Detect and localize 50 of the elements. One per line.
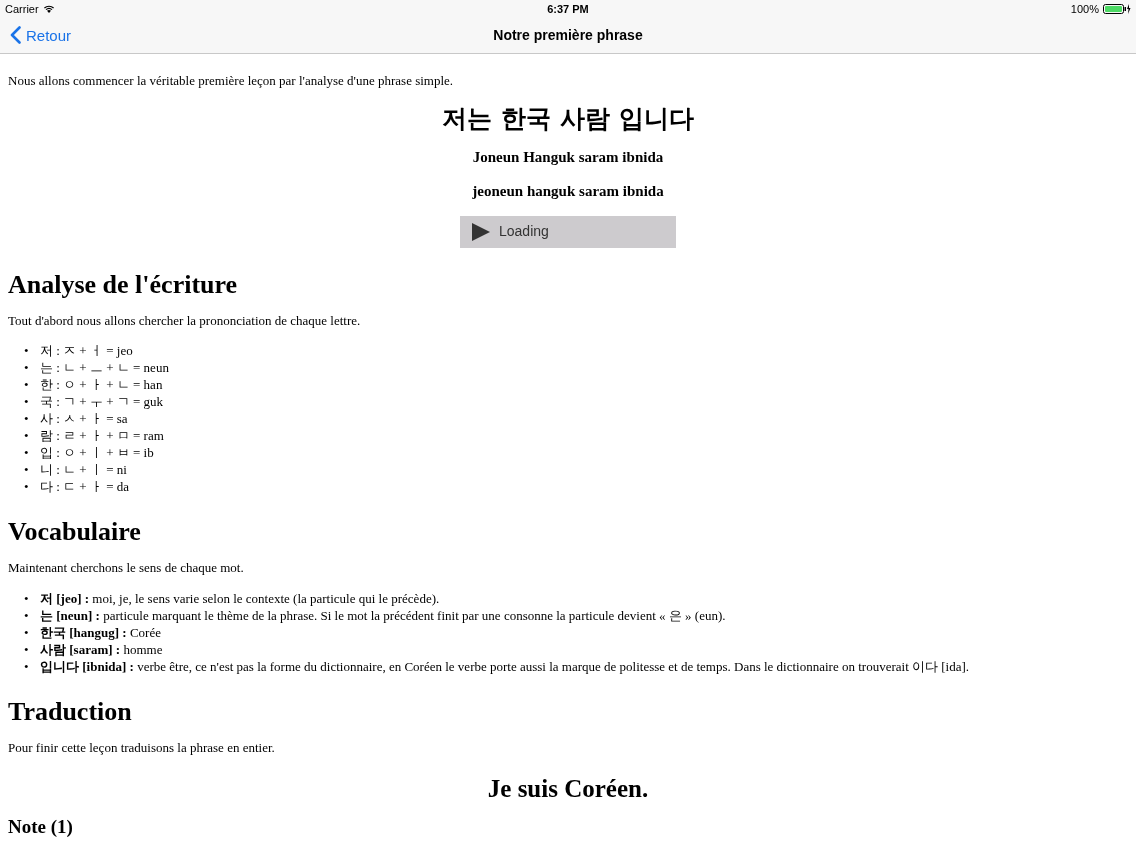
bullet: • [24, 427, 30, 445]
section-heading: Traduction [8, 696, 133, 727]
list-item: 다 : ㄷ + ㅏ = da [40, 478, 130, 496]
bullet: • [24, 478, 30, 496]
list-item: 는 [neun] : particule marquant le thème de la phrase. Si le mot la précédent finit par une consonne la particule devient « 은 » (eun). [40, 606, 726, 624]
list-item: 니 : ㄴ + ㅣ = ni [40, 461, 127, 479]
list-item: 사람 [saram] : homme [40, 640, 163, 658]
page-title: Notre première phrase [493, 27, 643, 43]
korean-phrase: 저는 한국 사람 입니다 [441, 102, 695, 135]
romanization: jeoneun hanguk saram ibnida [471, 181, 665, 200]
section-paragraph: Maintenant cherchons le sens de chaque mot. [8, 560, 245, 577]
clock-label: 6:37 PM [546, 2, 590, 15]
list-item: 사 : ㅅ + ㅏ = sa [40, 410, 128, 428]
list-item: 입니다 [ibnida] : verbe être, ce n'est pas la forme du dictionnaire, en Coréen le verbe porte aussi la marque de politesse et de temps. Dans le dictionnaire on trouverait 이다 [ida]. [40, 657, 970, 675]
battery-percent: 100% [1070, 2, 1099, 15]
list-item: 입 : ㅇ + ㅣ + ㅂ = ib [40, 444, 154, 462]
section-paragraph: Pour finir cette leçon traduisons la phrase en entier. [8, 739, 276, 757]
section-paragraph: Tout d'abord nous allons chercher la prononciation de chaque lettre. [8, 312, 362, 330]
section-heading: Vocabulaire [8, 517, 142, 548]
loading-label: Loading [499, 223, 549, 240]
bullet: • [24, 606, 30, 624]
play-icon[interactable] [472, 222, 490, 241]
bullet: • [24, 410, 30, 428]
back-button[interactable]: Retour [10, 26, 72, 44]
bullet: • [24, 376, 30, 394]
note-heading: Note (1) [8, 816, 74, 839]
bullet: • [24, 342, 30, 360]
romanization: Joneun Hanguk saram ibnida [471, 147, 665, 166]
bullet: • [24, 359, 30, 377]
carrier-label: Carrier [5, 2, 39, 15]
bullet: • [24, 589, 30, 607]
intro-paragraph: Nous allons commencer la véritable première leçon par l'analyse d'une phrase simple. [8, 73, 455, 90]
battery-icon [1103, 3, 1131, 14]
back-chevron-icon [10, 26, 21, 44]
bullet: • [24, 657, 30, 675]
wifi-icon [42, 4, 55, 13]
list-item: 저 : ㅈ + ㅓ = jeo [40, 342, 133, 360]
bullet: • [24, 640, 30, 658]
list-item: 는 : ㄴ + ㅡ + ㄴ = neun [40, 359, 169, 377]
bullet: • [24, 393, 30, 411]
list-item: 국 : ㄱ + ㅜ + ㄱ = guk [40, 393, 164, 411]
bullet: • [24, 444, 30, 462]
list-item: 람 : ㄹ + ㅏ + ㅁ = ram [40, 427, 164, 445]
list-item: 한국 [hangug] : Corée [40, 623, 161, 641]
list-item: 한 : ㅇ + ㅏ + ㄴ = han [40, 376, 163, 394]
bullet: • [24, 461, 30, 479]
section-heading: Analyse de l'écriture [8, 269, 239, 300]
bullet: • [24, 623, 30, 641]
list-item: 저 [jeo] : moi, je, le sens varie selon le contexte (la particule qui le précède). [40, 589, 440, 607]
translation-sentence: Je suis Coréen. [486, 774, 650, 805]
